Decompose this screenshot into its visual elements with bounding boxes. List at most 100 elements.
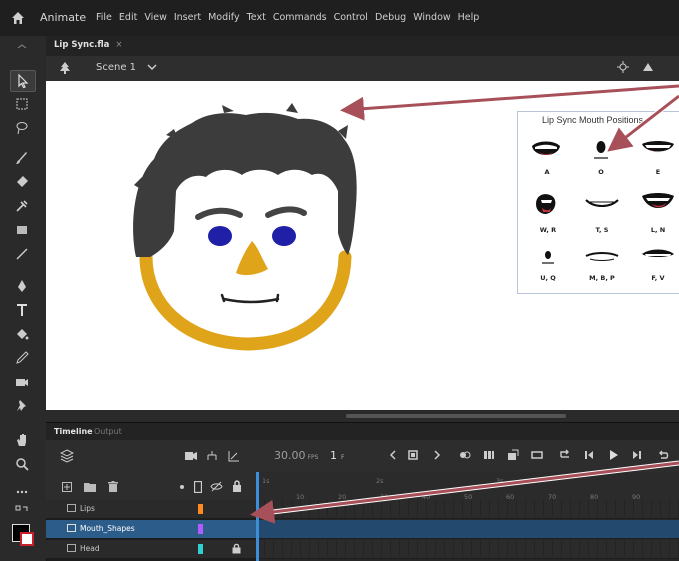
layer-name-mouth-shapes[interactable]: Mouth_Shapes	[80, 524, 135, 533]
subselection-tool-icon[interactable]	[10, 94, 34, 114]
document-tab[interactable]: Lip Sync.fla ×	[54, 40, 123, 50]
bone-tool-icon[interactable]	[10, 196, 34, 216]
menu-commands[interactable]: Commands	[273, 12, 327, 23]
frame-unit: F	[341, 454, 345, 461]
lasso-tool-icon[interactable]	[10, 118, 34, 138]
frame-ruler[interactable]: 1s 2s 3s 10 20 30 40 50 60 70 80 90	[256, 472, 679, 501]
loop-icon[interactable]	[558, 448, 572, 462]
layer-color-head[interactable]	[198, 544, 203, 554]
playhead[interactable]	[256, 472, 259, 561]
layer-name-lips[interactable]: Lips	[80, 504, 95, 513]
current-frame-display[interactable]: 1F	[330, 449, 344, 462]
menu-insert[interactable]: Insert	[174, 12, 201, 23]
menu-bar: Animate File Edit View Insert Modify Tex…	[0, 0, 679, 37]
undo-icon[interactable]	[656, 448, 670, 462]
center-stage-icon[interactable]	[617, 61, 629, 73]
menu-help[interactable]: Help	[458, 12, 480, 23]
layer-row-lips[interactable]: Lips	[46, 500, 256, 518]
mouth	[220, 293, 280, 304]
tab-output[interactable]: Output	[94, 427, 122, 436]
lock-layers-icon[interactable]	[232, 480, 242, 492]
stop-icon[interactable]	[406, 448, 420, 462]
layers-stack-icon[interactable]	[60, 449, 74, 463]
menu-window[interactable]: Window	[413, 12, 450, 23]
panel-collapse-icon[interactable]	[10, 40, 34, 60]
menu-modify[interactable]: Modify	[208, 12, 239, 23]
swap-colors-icon[interactable]	[10, 502, 34, 522]
mouth-chart[interactable]: Lip Sync Mouth Positions A O E W, R T, S…	[517, 111, 679, 294]
layer-row-mouth-shapes[interactable]: Mouth_Shapes	[46, 520, 256, 538]
tab-timeline[interactable]: Timeline	[54, 427, 93, 436]
zoom-tool-icon[interactable]	[10, 454, 34, 474]
frame-row-head[interactable]	[256, 540, 679, 559]
menu-text[interactable]: Text	[247, 12, 266, 23]
chevron-down-icon[interactable]	[146, 61, 158, 73]
fps-display[interactable]: 30.00 FPS	[274, 449, 318, 462]
edit-multiple-frames-icon[interactable]	[482, 448, 496, 462]
stage-horizontal-scrollbar[interactable]	[46, 410, 679, 422]
scrollbar-thumb[interactable]	[346, 414, 566, 418]
timeline-frames[interactable]: 1s 2s 3s 10 20 30 40 50 60 70 80 90	[256, 472, 679, 561]
layer-parenting-icon[interactable]	[206, 450, 218, 462]
step-back-icon[interactable]	[582, 448, 596, 462]
delete-layer-icon[interactable]	[108, 481, 118, 492]
camera-tool-icon[interactable]	[10, 372, 34, 392]
scene-toolbar-icons	[617, 61, 655, 73]
layer-name-head[interactable]: Head	[80, 544, 100, 553]
add-layer-icon[interactable]	[62, 482, 72, 492]
layer-color-lips[interactable]	[198, 504, 203, 514]
hide-layers-icon[interactable]	[210, 481, 223, 492]
mouth-label-w-r: W, R	[539, 226, 557, 234]
layer-depth-icon[interactable]	[228, 450, 240, 462]
menu-edit[interactable]: Edit	[119, 12, 137, 23]
pin-tool-icon[interactable]	[10, 396, 34, 416]
menu-file[interactable]: File	[96, 12, 112, 23]
layer-color-mouth-shapes[interactable]	[198, 524, 203, 534]
menu-view[interactable]: View	[144, 12, 167, 23]
mouth-label-o: O	[598, 168, 604, 176]
highlight-layer-icon[interactable]	[180, 485, 184, 489]
more-tools-icon[interactable]	[10, 482, 34, 502]
eyedropper-tool-icon[interactable]	[10, 348, 34, 368]
insert-frames-icon[interactable]	[530, 448, 544, 462]
close-tab-icon[interactable]: ×	[115, 40, 122, 50]
edit-symbols-icon[interactable]	[641, 61, 655, 73]
layer-lock-icon[interactable]	[232, 543, 241, 554]
right-eyebrow	[265, 206, 307, 218]
ruler-second: 3s	[496, 477, 504, 485]
pen-tool-icon[interactable]	[10, 276, 34, 296]
scene-label[interactable]: Scene 1	[96, 62, 136, 73]
home-icon[interactable]	[10, 10, 26, 26]
onion-skin-icon[interactable]	[458, 448, 472, 462]
brush-tool-icon[interactable]	[10, 148, 34, 168]
text-tool-icon[interactable]	[10, 300, 34, 320]
mouth-label-u-q: U, Q	[540, 274, 556, 282]
frame-row-lips[interactable]	[256, 500, 679, 519]
hand-tool-icon[interactable]	[10, 430, 34, 450]
camera-icon[interactable]	[184, 450, 198, 462]
frame-row-mouth-shapes[interactable]	[256, 520, 679, 539]
menu-debug[interactable]: Debug	[375, 12, 406, 23]
rectangle-tool-icon[interactable]	[10, 220, 34, 240]
eraser-tool-icon[interactable]	[10, 172, 34, 192]
add-folder-icon[interactable]	[84, 482, 96, 492]
selection-tool-icon[interactable]	[10, 70, 36, 92]
mouth-label-m-b-p: M, B, P	[589, 274, 615, 282]
fill-color-swatch[interactable]	[20, 532, 34, 546]
mouth-label-l-n: L, N	[650, 226, 666, 234]
timeline-panel-tabs: Timeline Output	[46, 422, 679, 441]
step-forward-icon[interactable]	[630, 448, 644, 462]
play-icon[interactable]	[606, 448, 620, 462]
modify-markers-icon[interactable]	[506, 448, 520, 462]
next-frame-chevron-icon[interactable]	[430, 448, 444, 462]
mouth-label-f-v: F, V	[651, 274, 665, 282]
stage[interactable]: Lip Sync Mouth Positions A O E W, R T, S…	[46, 81, 679, 410]
layer-row-head[interactable]: Head	[46, 540, 256, 558]
fps-unit: FPS	[307, 454, 319, 461]
outline-layer-icon[interactable]	[194, 481, 202, 493]
previous-frame-chevron-icon[interactable]	[386, 448, 400, 462]
paint-bucket-tool-icon[interactable]	[10, 324, 34, 344]
line-tool-icon[interactable]	[10, 244, 34, 264]
scene-icon[interactable]	[58, 61, 72, 75]
menu-control[interactable]: Control	[334, 12, 368, 23]
